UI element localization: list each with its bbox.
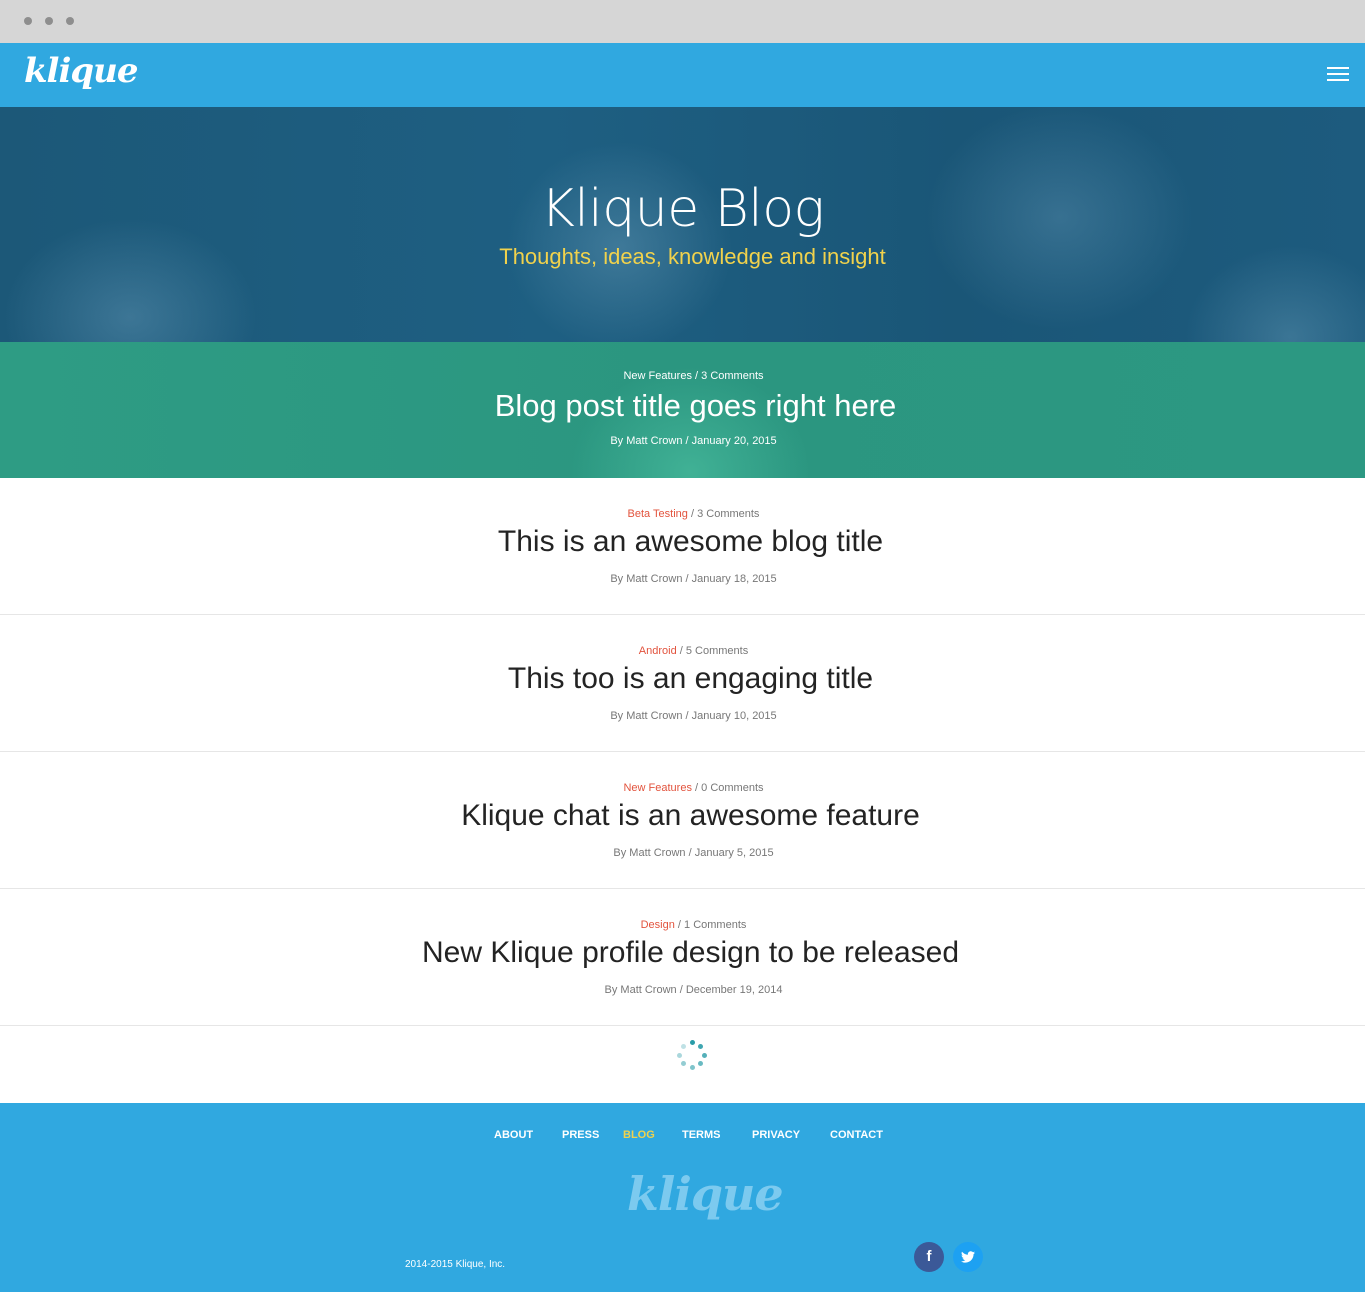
blog-post-item[interactable]: New Features / 0 Comments Klique chat is…	[0, 752, 1365, 889]
post-author: By Matt Crown	[613, 847, 686, 859]
post-date: January 18, 2015	[691, 573, 777, 585]
post-title[interactable]: This too is an engaging title	[0, 662, 1365, 696]
post-category[interactable]: New Features	[623, 370, 691, 382]
meta-separator: /	[685, 573, 689, 585]
site-footer: ABOUT PRESS BLOG TERMS PRIVACY CONTACT k…	[0, 1103, 1365, 1292]
post-author: By Matt Crown	[604, 984, 677, 996]
hamburger-menu-icon[interactable]	[1327, 65, 1351, 83]
post-title[interactable]: New Klique profile design to be released	[0, 936, 1365, 970]
post-meta: New Features / 0 Comments	[0, 782, 1365, 794]
meta-separator: /	[695, 782, 699, 794]
window-dot-icon	[24, 17, 32, 25]
post-meta: Design / 1 Comments	[0, 919, 1365, 931]
footer-nav: ABOUT PRESS BLOG TERMS PRIVACY CONTACT	[0, 1129, 1365, 1145]
copyright-text: 2014-2015 Klique, Inc.	[405, 1259, 506, 1270]
post-category[interactable]: Android	[639, 645, 677, 657]
post-comments[interactable]: 1 Comments	[684, 919, 746, 931]
window-dot-icon	[66, 17, 74, 25]
blog-hero: Klique Blog Thoughts, ideas, knowledge a…	[0, 107, 1365, 342]
site-header: klique	[0, 43, 1365, 107]
blog-post-item[interactable]: Beta Testing / 3 Comments This is an awe…	[0, 478, 1365, 615]
meta-separator: /	[679, 645, 683, 657]
post-comments[interactable]: 3 Comments	[697, 508, 759, 520]
footer-link-press[interactable]: PRESS	[562, 1129, 599, 1141]
footer-link-terms[interactable]: TERMS	[682, 1129, 721, 1141]
post-date: January 10, 2015	[691, 710, 777, 722]
post-byline: By Matt Crown / January 5, 2015	[0, 847, 1365, 859]
meta-separator: /	[679, 984, 683, 996]
facebook-icon[interactable]: f	[914, 1242, 944, 1272]
footer-link-privacy[interactable]: PRIVACY	[752, 1129, 800, 1141]
browser-chrome	[0, 0, 1365, 43]
loading-spinner-icon	[677, 1040, 707, 1070]
page-subtitle: Thoughts, ideas, knowledge and insight	[499, 244, 886, 269]
post-byline: By Matt Crown / December 19, 2014	[0, 984, 1365, 996]
post-date: January 5, 2015	[694, 847, 774, 859]
post-byline: By Matt Crown / January 20, 2015	[0, 435, 1365, 447]
post-title[interactable]: Klique chat is an awesome feature	[0, 799, 1365, 833]
post-date: January 20, 2015	[691, 435, 777, 447]
meta-separator: /	[688, 847, 692, 859]
twitter-bird-icon	[961, 1251, 975, 1263]
post-comments[interactable]: 5 Comments	[686, 645, 748, 657]
post-meta: Beta Testing / 3 Comments	[0, 508, 1365, 520]
post-category[interactable]: Design	[641, 919, 675, 931]
post-title[interactable]: This is an awesome blog title	[0, 525, 1365, 559]
footer-klique-logo[interactable]: klique	[627, 1167, 784, 1221]
klique-logo[interactable]: klique	[24, 51, 139, 91]
post-comments[interactable]: 3 Comments	[701, 370, 763, 382]
post-category[interactable]: New Features	[623, 782, 691, 794]
post-title[interactable]: Blog post title goes right here	[0, 388, 1365, 424]
meta-separator: /	[685, 710, 689, 722]
post-byline: By Matt Crown / January 18, 2015	[0, 573, 1365, 585]
post-author: By Matt Crown	[610, 573, 683, 585]
post-author: By Matt Crown	[610, 710, 683, 722]
meta-separator: /	[695, 370, 699, 382]
post-category[interactable]: Beta Testing	[628, 508, 688, 520]
page-title: Klique Blog	[540, 179, 825, 239]
footer-link-blog[interactable]: BLOG	[623, 1129, 655, 1141]
post-byline: By Matt Crown / January 10, 2015	[0, 710, 1365, 722]
meta-separator: /	[685, 435, 689, 447]
meta-separator: /	[690, 508, 695, 520]
blog-post-item[interactable]: Android / 5 Comments This too is an enga…	[0, 615, 1365, 752]
featured-post[interactable]: New Features / 3 Comments Blog post titl…	[0, 342, 1365, 478]
post-meta: New Features / 3 Comments	[0, 370, 1365, 382]
meta-separator: /	[677, 919, 681, 931]
footer-link-about[interactable]: ABOUT	[494, 1129, 533, 1141]
post-author: By Matt Crown	[610, 435, 683, 447]
post-date: December 19, 2014	[685, 984, 783, 996]
blog-post-item[interactable]: Design / 1 Comments New Klique profile d…	[0, 889, 1365, 1026]
post-meta: Android / 5 Comments	[0, 645, 1365, 657]
twitter-icon[interactable]	[953, 1242, 983, 1272]
footer-link-contact[interactable]: CONTACT	[830, 1129, 883, 1141]
post-comments[interactable]: 0 Comments	[701, 782, 763, 794]
window-dot-icon	[45, 17, 53, 25]
